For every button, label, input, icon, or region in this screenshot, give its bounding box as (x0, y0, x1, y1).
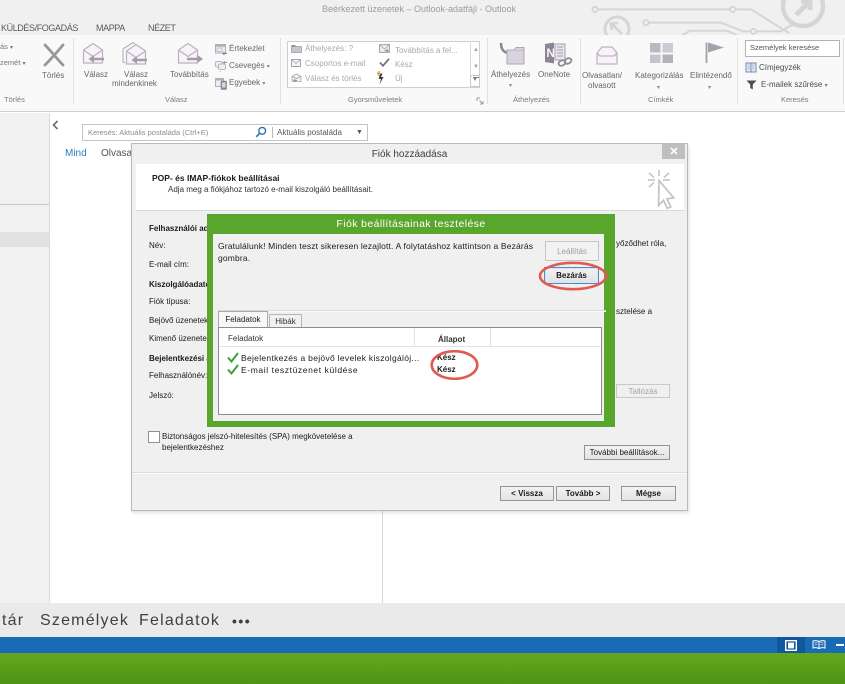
svg-text:N: N (546, 46, 555, 60)
